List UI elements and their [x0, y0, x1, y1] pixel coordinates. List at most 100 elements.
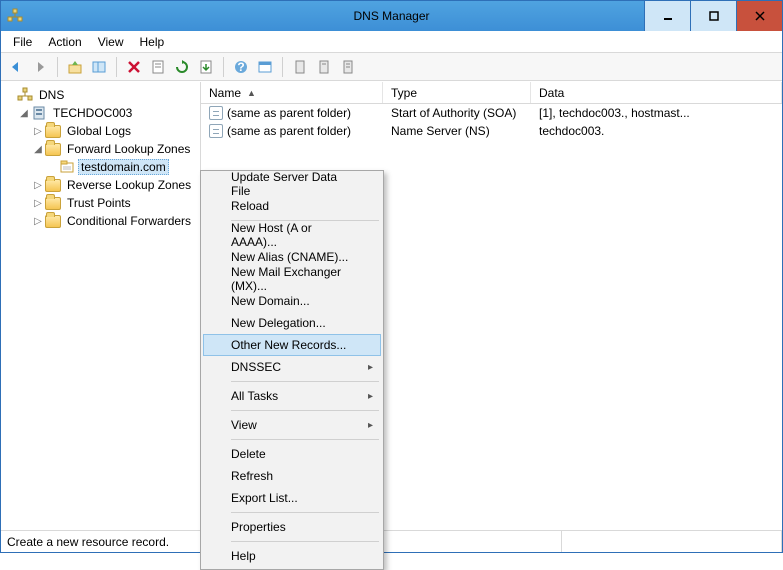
context-menu-separator — [231, 410, 379, 411]
context-menu-item[interactable]: Help — [203, 545, 381, 567]
expand-icon[interactable]: ▷ — [31, 198, 45, 209]
tree-server[interactable]: ◢ TECHDOC003 — [3, 104, 198, 122]
menu-file[interactable]: File — [5, 33, 40, 51]
dns-icon — [17, 87, 33, 103]
refresh-button[interactable] — [171, 56, 193, 78]
toolbar-separator — [57, 57, 58, 77]
list-row[interactable]: (same as parent folder) Name Server (NS)… — [201, 122, 782, 140]
tree-global-logs[interactable]: ▷ Global Logs — [3, 122, 198, 140]
tree-conditional-forwarders[interactable]: ▷ Conditional Forwarders — [3, 212, 198, 230]
context-menu-item[interactable]: Properties — [203, 516, 381, 538]
tree-label: Trust Points — [64, 195, 134, 211]
svg-text:?: ? — [237, 60, 244, 74]
tree-label: Forward Lookup Zones — [64, 141, 193, 157]
collapse-icon[interactable]: ◢ — [31, 144, 45, 155]
menu-action[interactable]: Action — [40, 33, 89, 51]
status-bar: Create a new resource record. — [1, 530, 782, 552]
context-menu-item[interactable]: Update Server Data File — [203, 173, 381, 195]
folder-icon — [45, 213, 61, 229]
close-button[interactable] — [736, 1, 782, 31]
context-menu-separator — [231, 381, 379, 382]
cell-type: Start of Authority (SOA) — [383, 106, 531, 120]
status-text: Create a new resource record. — [1, 531, 201, 552]
tree-label: DNS — [36, 87, 67, 103]
app-icon — [7, 8, 23, 24]
tree-label: Reverse Lookup Zones — [64, 177, 194, 193]
tree-trust-points[interactable]: ▷ Trust Points — [3, 194, 198, 212]
cell-type: Name Server (NS) — [383, 124, 531, 138]
tree-reverse-zones[interactable]: ▷ Reverse Lookup Zones — [3, 176, 198, 194]
context-menu-item[interactable]: Export List... — [203, 487, 381, 509]
context-menu-item[interactable]: New Host (A or AAAA)... — [203, 224, 381, 246]
expand-icon[interactable]: ▷ — [31, 216, 45, 227]
column-type[interactable]: Type — [383, 82, 531, 103]
maximize-button[interactable] — [690, 1, 736, 31]
record-icon — [209, 106, 223, 120]
folder-icon — [45, 195, 61, 211]
tree-root-dns[interactable]: DNS — [3, 86, 198, 104]
context-menu-item[interactable]: New Mail Exchanger (MX)... — [203, 268, 381, 290]
tree-label: TECHDOC003 — [50, 105, 135, 121]
record-icon — [209, 124, 223, 138]
expand-icon[interactable]: ▷ — [31, 126, 45, 137]
folder-icon — [45, 141, 61, 157]
context-menu: Update Server Data FileReload New Host (A… — [200, 170, 384, 570]
tree-zone-testdomain[interactable]: testdomain.com — [3, 158, 198, 176]
sort-asc-icon: ▲ — [247, 88, 256, 98]
minimize-button[interactable] — [644, 1, 690, 31]
column-name[interactable]: Name▲ — [201, 82, 383, 103]
context-menu-item[interactable]: New Domain... — [203, 290, 381, 312]
tree-pane[interactable]: DNS ◢ TECHDOC003 ▷ Global Logs ◢ Forward… — [1, 82, 201, 530]
dns-manager-window: DNS Manager File Action View Help ? — [0, 0, 783, 553]
filter-button-2[interactable] — [313, 56, 335, 78]
tree-label: Global Logs — [64, 123, 134, 139]
server-icon — [31, 105, 47, 121]
new-window-button[interactable] — [254, 56, 276, 78]
filter-button-1[interactable] — [289, 56, 311, 78]
context-menu-item[interactable]: Reload — [203, 195, 381, 217]
toolbar-separator — [282, 57, 283, 77]
collapse-icon[interactable]: ◢ — [17, 108, 31, 119]
titlebar[interactable]: DNS Manager — [1, 1, 782, 31]
context-menu-separator — [231, 439, 379, 440]
menubar: File Action View Help — [1, 31, 782, 53]
context-menu-item[interactable]: View — [203, 414, 381, 436]
status-cell — [562, 531, 782, 552]
tree-label: Conditional Forwarders — [64, 213, 194, 229]
delete-button[interactable] — [123, 56, 145, 78]
context-menu-item[interactable]: Refresh — [203, 465, 381, 487]
toolbar: ? — [1, 53, 782, 81]
cell-name: (same as parent folder) — [227, 124, 351, 138]
window-title: DNS Manager — [353, 9, 429, 23]
help-button[interactable]: ? — [230, 56, 252, 78]
back-button[interactable] — [5, 56, 27, 78]
properties-button[interactable] — [147, 56, 169, 78]
column-data[interactable]: Data — [531, 82, 782, 103]
cell-name: (same as parent folder) — [227, 106, 351, 120]
export-button[interactable] — [195, 56, 217, 78]
cell-data: [1], techdoc003., hostmast... — [531, 106, 782, 120]
menu-help[interactable]: Help — [132, 33, 173, 51]
folder-icon — [45, 177, 61, 193]
menu-view[interactable]: View — [90, 33, 132, 51]
cell-data: techdoc003. — [531, 124, 782, 138]
context-menu-separator — [231, 541, 379, 542]
tree-forward-zones[interactable]: ◢ Forward Lookup Zones — [3, 140, 198, 158]
context-menu-separator — [231, 512, 379, 513]
list-row[interactable]: (same as parent folder) Start of Authori… — [201, 104, 782, 122]
toolbar-separator — [223, 57, 224, 77]
context-menu-item[interactable]: Other New Records... — [203, 334, 381, 356]
folder-icon — [45, 123, 61, 139]
context-menu-item[interactable]: Delete — [203, 443, 381, 465]
context-menu-item[interactable]: All Tasks — [203, 385, 381, 407]
forward-button[interactable] — [29, 56, 51, 78]
up-button[interactable] — [64, 56, 86, 78]
context-menu-item[interactable]: New Delegation... — [203, 312, 381, 334]
show-hide-tree-button[interactable] — [88, 56, 110, 78]
expand-icon[interactable]: ▷ — [31, 180, 45, 191]
filter-button-3[interactable] — [337, 56, 359, 78]
tree-label: testdomain.com — [78, 159, 169, 175]
list-header: Name▲ Type Data — [201, 82, 782, 104]
toolbar-separator — [116, 57, 117, 77]
context-menu-item[interactable]: DNSSEC — [203, 356, 381, 378]
